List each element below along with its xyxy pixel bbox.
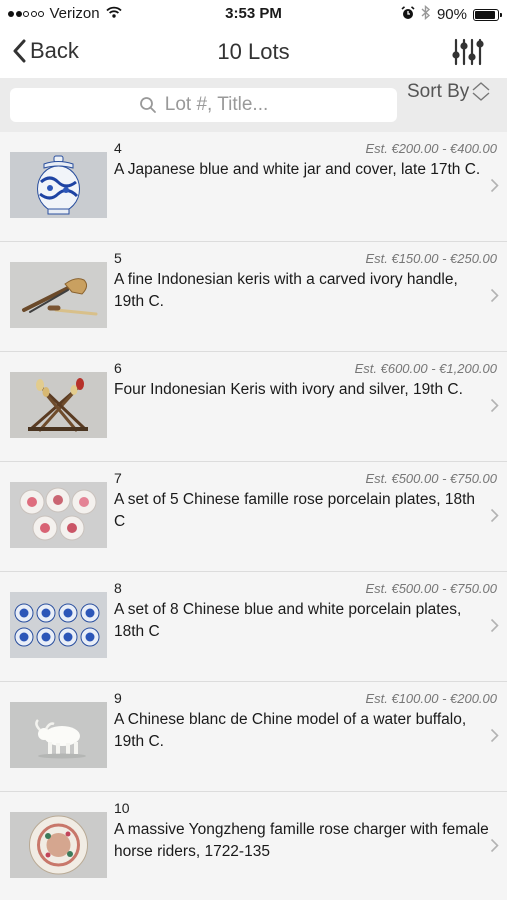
sliders-icon xyxy=(452,38,484,66)
lot-number: 4 xyxy=(114,140,122,156)
lot-number: 9 xyxy=(114,690,122,706)
lot-row[interactable]: 5 Est. €150.00 - €250.00 A fine Indonesi… xyxy=(0,242,507,352)
lot-estimate: Est. €150.00 - €250.00 xyxy=(365,251,497,266)
lot-title: A set of 5 Chinese famille rose porcelai… xyxy=(114,491,476,530)
chevron-right-icon xyxy=(490,838,499,853)
lot-estimate: Est. €600.00 - €1,200.00 xyxy=(354,361,497,376)
lot-row[interactable]: 8 Est. €500.00 - €750.00 A set of 8 Chin… xyxy=(0,572,507,682)
chevron-right-icon xyxy=(490,618,499,633)
sort-by-button[interactable]: Sort By xyxy=(407,81,491,103)
lot-thumbnail xyxy=(10,262,107,328)
lot-thumbnail xyxy=(10,482,107,548)
lot-number: 6 xyxy=(114,360,122,376)
lot-title: Four Indonesian Keris with ivory and sil… xyxy=(114,381,463,398)
lot-title: A fine Indonesian keris with a carved iv… xyxy=(114,271,458,310)
lot-thumbnail xyxy=(10,592,107,658)
lot-estimate: Est. €100.00 - €200.00 xyxy=(365,691,497,706)
lot-thumbnail xyxy=(10,372,107,438)
search-area: Lot #, Title... Sort By xyxy=(0,78,507,132)
battery-percent: 90% xyxy=(436,6,467,23)
lot-number: 10 xyxy=(114,800,130,816)
chevron-right-icon xyxy=(490,728,499,743)
back-label: Back xyxy=(30,38,79,63)
lot-title: A massive Yongzheng famille rose charger… xyxy=(114,821,489,860)
lot-row[interactable]: 10 A massive Yongzheng famille rose char… xyxy=(0,792,507,900)
lot-row[interactable]: 7 Est. €500.00 - €750.00 A set of 5 Chin… xyxy=(0,462,507,572)
lot-title: A Chinese blanc de Chine model of a wate… xyxy=(114,711,467,750)
chevron-right-icon xyxy=(490,288,499,303)
lot-estimate: Est. €500.00 - €750.00 xyxy=(365,581,497,596)
search-icon xyxy=(139,97,156,113)
status-bar: Verizon 3:53 PM 90% xyxy=(0,0,507,28)
lot-number: 7 xyxy=(114,470,122,486)
alarm-icon xyxy=(401,5,415,24)
lot-thumbnail xyxy=(10,812,107,878)
lot-estimate: Est. €200.00 - €400.00 xyxy=(365,141,497,156)
lot-title: A Japanese blue and white jar and cover,… xyxy=(114,161,481,178)
chevron-right-icon xyxy=(490,398,499,413)
search-placeholder: Lot #, Title... xyxy=(164,94,269,115)
lot-row[interactable]: 6 Est. €600.00 - €1,200.00 Four Indonesi… xyxy=(0,352,507,462)
lot-thumbnail xyxy=(10,702,107,768)
lot-number: 8 xyxy=(114,580,122,596)
chevron-right-icon xyxy=(490,178,499,193)
battery-icon xyxy=(473,8,502,21)
sort-diamond-icon xyxy=(472,82,490,101)
lot-title: A set of 8 Chinese blue and white porcel… xyxy=(114,601,462,640)
chevron-right-icon xyxy=(490,508,499,523)
search-input[interactable]: Lot #, Title... xyxy=(10,88,397,122)
bluetooth-icon xyxy=(421,4,431,24)
chevron-left-icon xyxy=(13,39,26,63)
lot-list: 4 Est. €200.00 - €400.00 A Japanese blue… xyxy=(0,132,507,900)
back-button[interactable]: Back xyxy=(12,38,79,64)
sort-by-label: Sort By xyxy=(407,81,470,102)
filter-button[interactable] xyxy=(451,37,485,67)
lot-estimate: Est. €500.00 - €750.00 xyxy=(365,471,497,486)
lot-thumbnail xyxy=(10,152,107,218)
navigation-bar: Back 10 Lots xyxy=(0,28,507,78)
lot-row[interactable]: 9 Est. €100.00 - €200.00 A Chinese blanc… xyxy=(0,682,507,792)
status-right: 90% xyxy=(401,4,502,24)
lot-row[interactable]: 4 Est. €200.00 - €400.00 A Japanese blue… xyxy=(0,132,507,242)
lot-number: 5 xyxy=(114,250,122,266)
